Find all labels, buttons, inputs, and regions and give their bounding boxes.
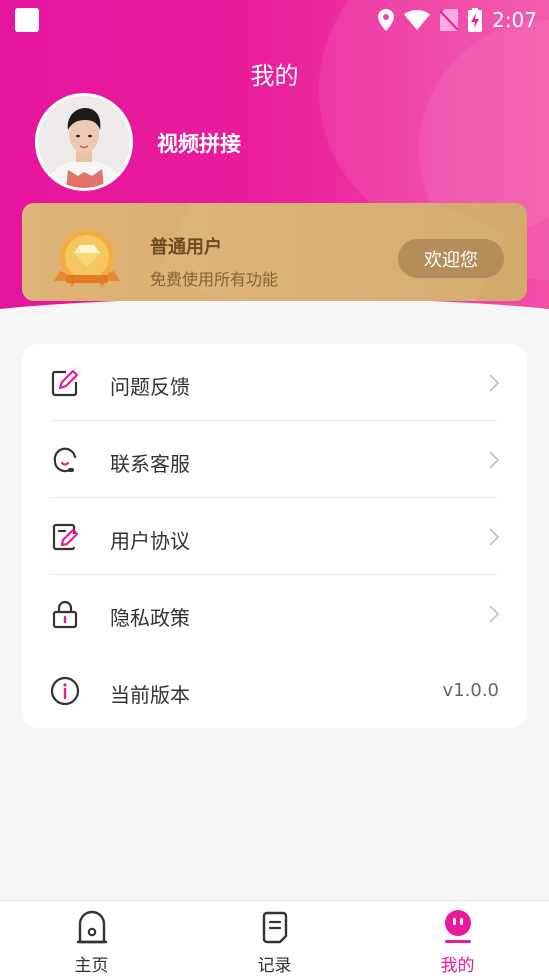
menu-item-feedback[interactable]: 问题反馈 bbox=[22, 344, 527, 421]
menu-item-current-version[interactable]: 当前版本 v1.0.0 bbox=[22, 652, 527, 729]
menu-item-customer-service[interactable]: 联系客服 bbox=[22, 421, 527, 498]
status-bar: 2:07 bbox=[0, 0, 549, 40]
tab-mine[interactable]: 我的 bbox=[366, 901, 549, 976]
membership-card: 普通用户 免费使用所有功能 欢迎您 bbox=[22, 203, 527, 301]
tab-home[interactable]: 主页 bbox=[0, 901, 183, 976]
membership-subtitle: 免费使用所有功能 bbox=[150, 270, 279, 289]
status-time: 2:07 bbox=[492, 8, 537, 32]
menu-label: 问题反馈 bbox=[110, 375, 190, 399]
menu-label: 联系客服 bbox=[110, 452, 190, 476]
tab-label: 我的 bbox=[440, 956, 475, 976]
edit-icon bbox=[51, 369, 79, 397]
tab-label: 记录 bbox=[257, 956, 292, 976]
tab-label: 主页 bbox=[74, 956, 109, 976]
user-name: 视频拼接 bbox=[157, 132, 241, 156]
profile-face-icon bbox=[445, 910, 471, 943]
menu-item-user-agreement[interactable]: 用户协议 bbox=[22, 498, 527, 575]
menu-item-privacy-policy[interactable]: 隐私政策 bbox=[22, 575, 527, 652]
tab-record[interactable]: 记录 bbox=[183, 901, 366, 976]
home-icon bbox=[76, 910, 108, 944]
menu-label: 隐私政策 bbox=[110, 606, 190, 630]
welcome-button[interactable]: 欢迎您 bbox=[398, 239, 504, 278]
document-edit-icon bbox=[52, 523, 79, 551]
chevron-right-icon bbox=[489, 605, 499, 623]
avatar-image bbox=[38, 96, 130, 188]
avatar[interactable] bbox=[35, 93, 133, 191]
record-icon bbox=[262, 911, 288, 944]
app-notification-icon bbox=[15, 8, 39, 32]
location-icon bbox=[378, 9, 395, 31]
menu-label: 用户协议 bbox=[110, 529, 190, 553]
version-value: v1.0.0 bbox=[442, 680, 499, 701]
bottom-tab-bar: 主页 记录 我的 bbox=[0, 900, 549, 976]
header-curve bbox=[0, 298, 549, 330]
no-sim-icon bbox=[440, 9, 459, 31]
membership-title: 普通用户 bbox=[150, 237, 222, 258]
page-title: 我的 bbox=[250, 62, 299, 90]
headset-icon bbox=[53, 447, 77, 473]
diamond-badge-icon bbox=[54, 230, 120, 287]
lock-icon bbox=[52, 600, 78, 629]
menu-label: 当前版本 bbox=[110, 683, 190, 707]
settings-menu: 问题反馈 联系客服 用户协议 隐私政策 当前版本 v1.0.0 bbox=[22, 344, 527, 728]
chevron-right-icon bbox=[489, 451, 499, 469]
battery-charging-icon bbox=[468, 8, 483, 32]
chevron-right-icon bbox=[489, 374, 499, 392]
chevron-right-icon bbox=[489, 528, 499, 546]
status-icons: 2:07 bbox=[378, 6, 537, 34]
info-icon bbox=[50, 676, 80, 706]
wifi-icon bbox=[404, 10, 431, 30]
